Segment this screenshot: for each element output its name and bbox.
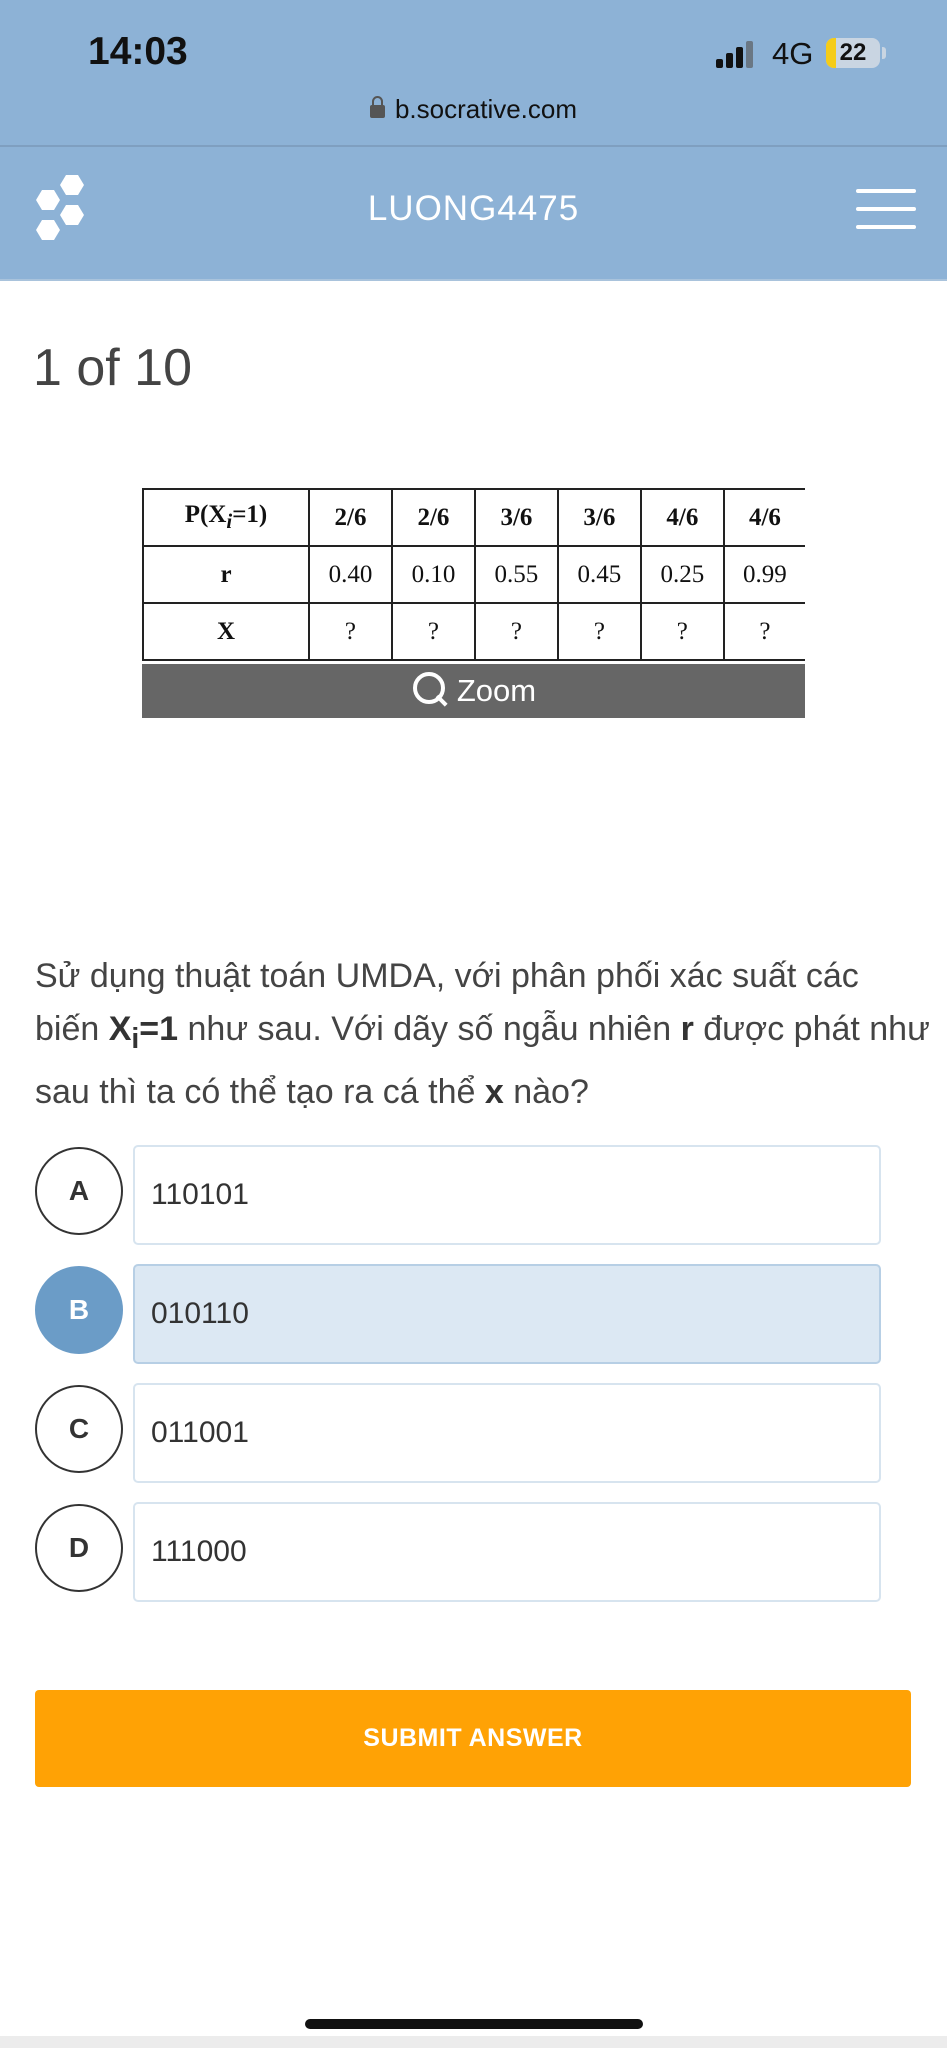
battery-tip — [882, 47, 886, 59]
status-bar: 14:03 4G 22 b.socrative.com — [0, 0, 947, 145]
option-text[interactable]: 111000 — [133, 1502, 881, 1602]
hamburger-menu-icon[interactable] — [856, 189, 916, 229]
home-indicator[interactable] — [305, 2019, 643, 2029]
row-header-x: X — [142, 602, 310, 661]
table-cell: ? — [473, 602, 559, 661]
answer-option-a[interactable]: A 110101 — [35, 1145, 881, 1245]
table-cell: ? — [390, 602, 476, 661]
table-cell: ? — [639, 602, 725, 661]
url-text: b.socrative.com — [394, 94, 578, 124]
option-text[interactable]: 010110 — [133, 1264, 881, 1364]
option-text[interactable]: 110101 — [133, 1145, 881, 1245]
variable-x-lower: x — [484, 1072, 504, 1111]
row-header-r: r — [142, 545, 310, 604]
question-image[interactable]: P(Xi=1) 2/6 2/6 3/6 3/6 4/6 4/6 r 0.40 0… — [142, 488, 805, 718]
question-text: Sử dụng thuật toán UMDA, với phân phối x… — [35, 957, 930, 1111]
answer-option-c[interactable]: C 011001 — [35, 1383, 881, 1483]
option-letter[interactable]: B — [35, 1266, 123, 1354]
option-text[interactable]: 011001 — [133, 1383, 881, 1483]
bottom-strip — [0, 2036, 947, 2048]
table-cell: 0.40 — [308, 545, 393, 604]
table-cell: 0.25 — [639, 545, 725, 604]
row-header-probability: P(Xi=1) — [142, 488, 310, 547]
table-cell: 4/6 — [639, 488, 725, 547]
answer-option-b[interactable]: B 010110 — [35, 1264, 881, 1364]
app-header: LUONG4475 — [0, 147, 947, 281]
zoom-label: Zoom — [456, 673, 537, 708]
magnifier-icon — [411, 670, 451, 710]
battery-level: 22 — [839, 39, 867, 66]
answer-option-d[interactable]: D 111000 — [35, 1502, 881, 1602]
battery-icon: 22 — [826, 38, 880, 68]
option-letter[interactable]: A — [35, 1147, 123, 1235]
table-cell: ? — [722, 602, 805, 661]
room-name: LUONG4475 — [367, 189, 580, 228]
table-cell: ? — [556, 602, 642, 661]
table-cell: 2/6 — [308, 488, 393, 547]
table-cell: 0.99 — [722, 545, 805, 604]
table-cell: 4/6 — [722, 488, 805, 547]
variable-x: Xi=1 — [108, 1010, 179, 1055]
table-row: r 0.40 0.10 0.55 0.45 0.25 0.99 — [142, 545, 805, 604]
lock-icon — [369, 96, 385, 118]
status-time: 14:03 — [88, 30, 188, 73]
table-cell: 2/6 — [390, 488, 476, 547]
table-cell: ? — [308, 602, 393, 661]
zoom-button[interactable]: Zoom — [142, 664, 805, 718]
table-cell: 0.55 — [473, 545, 559, 604]
table-cell: 3/6 — [556, 488, 642, 547]
network-type: 4G — [772, 36, 814, 71]
option-letter[interactable]: D — [35, 1504, 123, 1592]
address-bar[interactable]: b.socrative.com — [0, 94, 947, 125]
table-cell: 0.10 — [390, 545, 476, 604]
cellular-signal-icon — [716, 40, 756, 68]
submit-answer-button[interactable]: SUBMIT ANSWER — [35, 1690, 911, 1787]
table-cell: 0.45 — [556, 545, 642, 604]
variable-r: r — [680, 1010, 694, 1048]
table-row: X ? ? ? ? ? ? — [142, 602, 805, 661]
table-row: P(Xi=1) 2/6 2/6 3/6 3/6 4/6 4/6 — [142, 488, 805, 547]
option-letter[interactable]: C — [35, 1385, 123, 1473]
probability-table: P(Xi=1) 2/6 2/6 3/6 3/6 4/6 4/6 r 0.40 0… — [142, 488, 805, 661]
question-counter: 1 of 10 — [33, 339, 193, 397]
table-cell: 3/6 — [473, 488, 559, 547]
